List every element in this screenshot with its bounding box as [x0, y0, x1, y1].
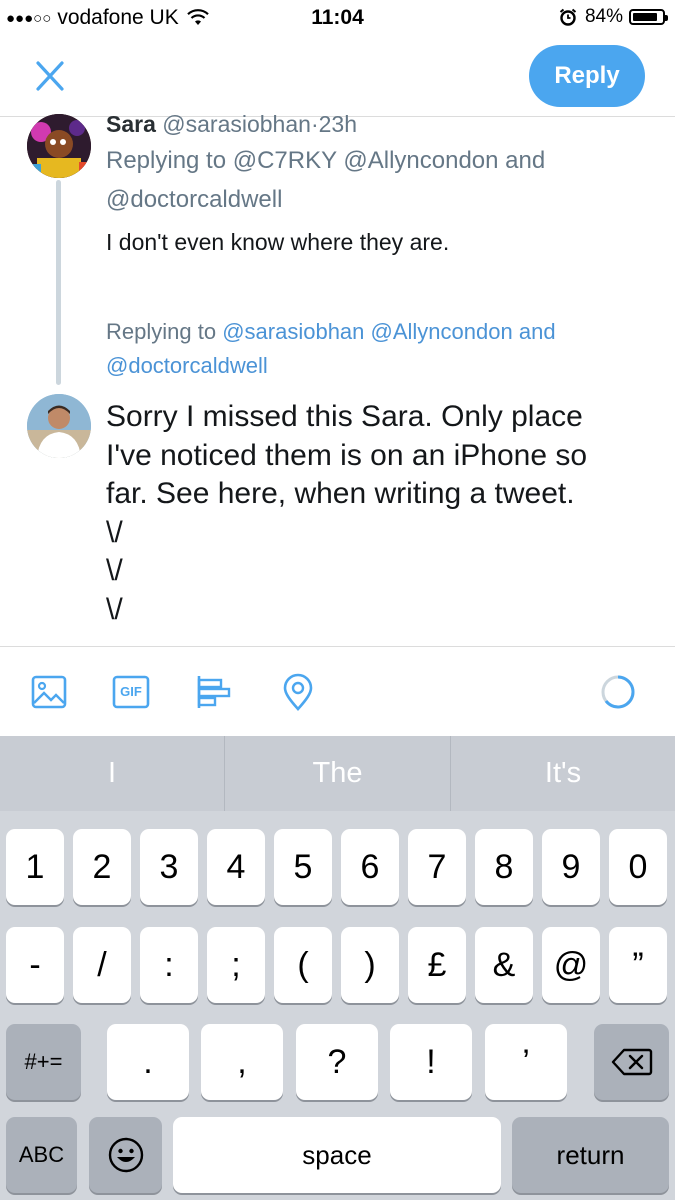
suggestion-1[interactable]: I: [0, 736, 224, 811]
key-slash[interactable]: /: [73, 927, 131, 1003]
composer-line: far. See here, when writing a tweet.: [106, 477, 575, 510]
key-semicolon[interactable]: ;: [207, 927, 265, 1003]
location-icon: [283, 673, 313, 711]
key-5[interactable]: 5: [274, 829, 332, 905]
composer-line: \/: [106, 554, 123, 587]
avatar-image: [27, 114, 91, 178]
author-handle[interactable]: @sarasiobhan: [162, 111, 311, 137]
image-icon: [31, 675, 67, 709]
key-close-paren[interactable]: ): [341, 927, 399, 1003]
battery-info: 84%: [559, 6, 668, 28]
key-quote[interactable]: ”: [609, 927, 667, 1003]
abc-key[interactable]: ABC: [6, 1117, 77, 1193]
key-apostrophe[interactable]: ’: [485, 1024, 567, 1100]
add-poll-button[interactable]: [195, 672, 235, 712]
key-period[interactable]: .: [107, 1024, 189, 1100]
key-comma[interactable]: ,: [201, 1024, 283, 1100]
composer-line: I've noticed them is on an iPhone so: [106, 438, 588, 472]
key-7[interactable]: 7: [408, 829, 466, 905]
key-3[interactable]: 3: [140, 829, 198, 905]
author-name[interactable]: Sara: [106, 111, 156, 137]
suggestion-2[interactable]: The: [225, 736, 450, 811]
composer-replying-to-line-2[interactable]: @doctorcaldwell: [106, 353, 268, 379]
progress-ring-icon: [601, 675, 635, 709]
keyboard: 1 2 3 4 5 6 7 8 9 0 - / : ; ( ) £ & @ ” …: [0, 811, 675, 1200]
tweet-header: Sara @sarasiobhan·23h: [106, 111, 357, 138]
separator-dot: ·: [310, 111, 319, 137]
key-question[interactable]: ?: [296, 1024, 378, 1100]
key-at[interactable]: @: [542, 927, 600, 1003]
reply-button[interactable]: Reply: [529, 45, 645, 107]
avatar-sara[interactable]: [27, 114, 91, 178]
predictive-text-bar: I The It's: [0, 736, 675, 811]
close-button[interactable]: [30, 58, 70, 94]
key-hyphen[interactable]: -: [6, 927, 64, 1003]
delete-key[interactable]: [594, 1024, 669, 1100]
return-key[interactable]: return: [512, 1117, 669, 1193]
key-9[interactable]: 9: [542, 829, 600, 905]
character-count-indicator: [600, 674, 636, 710]
emoji-icon: [108, 1137, 143, 1173]
avatar-user[interactable]: [27, 394, 91, 458]
replying-to-line: Replying to @C7RKY @Allyncondon and: [106, 147, 546, 174]
battery-icon: [629, 9, 668, 25]
key-ampersand[interactable]: &: [475, 927, 533, 1003]
composer-line: \/: [106, 515, 123, 549]
gif-label: GIF: [120, 684, 142, 699]
replying-to-line-2: @doctorcaldwell: [106, 186, 283, 213]
backspace-icon: [611, 1048, 652, 1076]
tweet-age: 23h: [318, 111, 357, 137]
key-open-paren[interactable]: (: [274, 927, 332, 1003]
key-2[interactable]: 2: [73, 829, 131, 905]
key-1[interactable]: 1: [6, 829, 64, 905]
toolbar-divider: [0, 646, 675, 647]
composer-line: Sorry I missed this Sara. Only place: [106, 400, 583, 433]
key-0[interactable]: 0: [609, 829, 667, 905]
add-gif-button[interactable]: GIF: [111, 672, 151, 712]
suggestion-3[interactable]: It's: [451, 736, 675, 811]
replying-and: and: [518, 319, 556, 344]
key-6[interactable]: 6: [341, 829, 399, 905]
alarm-icon: [559, 8, 577, 26]
battery-percent: 84%: [584, 6, 623, 27]
key-4[interactable]: 4: [207, 829, 265, 905]
add-location-button[interactable]: [278, 672, 318, 712]
composer-line: \/: [106, 592, 123, 626]
status-bar: ●●●○○ vodafone UK 11:04 84%: [0, 0, 675, 38]
key-8[interactable]: 8: [475, 829, 533, 905]
replying-mentions[interactable]: @sarasiobhan @Allyncondon: [222, 319, 513, 344]
emoji-key[interactable]: [89, 1117, 162, 1193]
space-key[interactable]: space: [173, 1117, 501, 1193]
replying-prefix: Replying to: [106, 319, 217, 344]
poll-icon: [197, 676, 231, 708]
key-exclamation[interactable]: !: [390, 1024, 472, 1100]
tweet-text: I don't even know where they are.: [106, 229, 450, 255]
composer-replying-to[interactable]: Replying to @sarasiobhan @Allyncondon an…: [106, 319, 556, 345]
key-pound[interactable]: £: [408, 927, 466, 1003]
add-image-button[interactable]: [29, 672, 69, 712]
close-icon: [36, 61, 64, 91]
battery-fill: [633, 13, 657, 21]
thread-line: [56, 180, 61, 385]
composer-text-area[interactable]: Sorry I missed this Sara. Only place I'v…: [106, 398, 666, 629]
key-colon[interactable]: :: [140, 927, 198, 1003]
symbols-key[interactable]: #+=: [6, 1024, 81, 1100]
avatar-image: [27, 394, 91, 458]
